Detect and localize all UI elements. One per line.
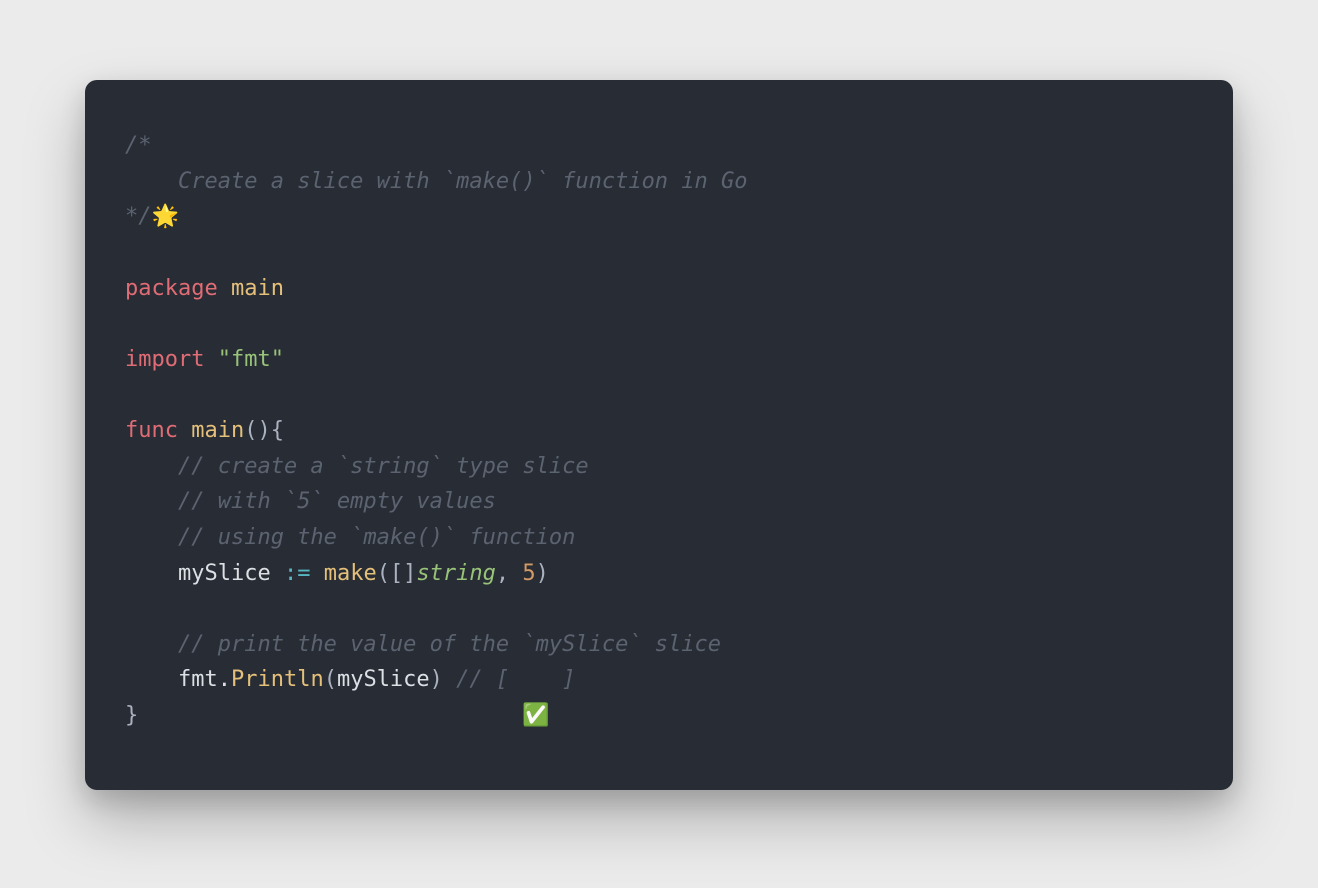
comment-block-start: /*	[125, 133, 152, 158]
func-name: main	[191, 418, 244, 443]
paren-open: (	[324, 667, 337, 692]
indent	[125, 667, 178, 692]
space	[310, 561, 323, 586]
indent	[125, 561, 178, 586]
import-keyword: import	[125, 347, 204, 372]
dot: .	[218, 667, 231, 692]
comment-line: // print the value of the `mySlice` slic…	[178, 632, 721, 657]
paren-close: )	[430, 667, 443, 692]
comma: ,	[496, 561, 523, 586]
space	[178, 418, 191, 443]
comment-line: // create a `string` type slice	[178, 454, 589, 479]
println-method: Println	[231, 667, 324, 692]
var-name: mySlice	[178, 561, 271, 586]
indent	[125, 632, 178, 657]
comment-block-indent	[125, 169, 178, 194]
paren-close: )	[536, 561, 549, 586]
paren-open: ([]	[377, 561, 417, 586]
checkmark-emoji: ✅	[522, 703, 549, 728]
space	[271, 561, 284, 586]
assign-op: :=	[284, 561, 311, 586]
fmt-pkg: fmt	[178, 667, 218, 692]
func-keyword: func	[125, 418, 178, 443]
make-builtin: make	[324, 561, 377, 586]
space	[443, 667, 456, 692]
space	[204, 347, 217, 372]
package-name: main	[231, 276, 284, 301]
space	[218, 276, 231, 301]
comment-output: // [ ]	[456, 667, 575, 692]
code-block: /* Create a slice with `make()` function…	[125, 128, 1193, 734]
indent	[125, 525, 178, 550]
indent	[125, 489, 178, 514]
comment-block-text: Create a slice with `make()` function in…	[178, 169, 748, 194]
comment-line: // with `5` empty values	[178, 489, 496, 514]
closing-brace: }	[125, 703, 138, 728]
code-snippet-container: /* Create a slice with `make()` function…	[85, 80, 1233, 790]
arg: mySlice	[337, 667, 430, 692]
padding	[138, 703, 522, 728]
package-keyword: package	[125, 276, 218, 301]
number-literal: 5	[522, 561, 535, 586]
indent	[125, 454, 178, 479]
slice-type: string	[416, 561, 495, 586]
comment-line: // using the `make()` function	[178, 525, 575, 550]
sparkle-emoji: 🌟	[152, 204, 179, 229]
comment-block-end: */	[125, 204, 152, 229]
func-parens: (){	[244, 418, 284, 443]
import-path: "fmt"	[218, 347, 284, 372]
